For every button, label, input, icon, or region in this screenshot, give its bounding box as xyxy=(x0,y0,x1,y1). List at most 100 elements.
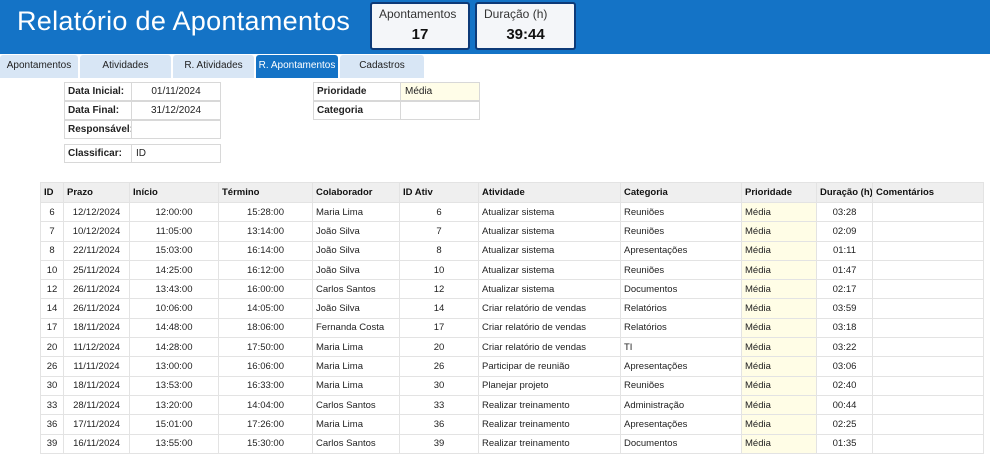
cell-inicio: 11:05:00 xyxy=(129,221,219,242)
cell-comentarios xyxy=(872,240,984,261)
cell-prazo: 12/12/2024 xyxy=(63,201,130,223)
cell-prioridade: Média xyxy=(741,375,817,396)
tab-r-atividades[interactable]: R. Atividades xyxy=(173,55,254,78)
sheet-tab-bar: Apontamentos Atividades R. Atividades R.… xyxy=(0,54,990,78)
table-row[interactable]: 7 10/12/2024 11:05:00 13:14:00 João Silva 7 At… xyxy=(40,221,984,242)
filter-categoria-input[interactable] xyxy=(400,101,480,120)
column-header-termino[interactable]: Término xyxy=(218,182,313,203)
cell-termino: 15:30:00 xyxy=(218,433,313,454)
table-row[interactable]: 17 18/11/2024 14:48:00 18:06:00 Fernanda Cos… xyxy=(40,317,984,339)
tab-r-apontamentos[interactable]: R. Apontamentos xyxy=(256,55,338,78)
table-row[interactable]: 10 25/11/2024 14:25:00 16:12:00 João Silva 10… xyxy=(40,259,984,281)
cell-prazo: 17/11/2024 xyxy=(63,414,130,435)
kpi-apontamentos-label: Apontamentos xyxy=(379,7,457,21)
cell-duracao: 02:09 xyxy=(816,221,873,242)
cell-duracao: 02:40 xyxy=(816,375,873,396)
cell-duracao: 01:47 xyxy=(816,259,873,281)
column-header-prioridade[interactable]: Prioridade xyxy=(741,182,817,203)
cell-categoria: Apresentações xyxy=(620,414,742,435)
cell-comentarios xyxy=(872,375,984,396)
filter-categoria-label: Categoria xyxy=(313,101,401,120)
column-header-comentarios[interactable]: Comentários xyxy=(872,182,984,203)
filter-prioridade-input[interactable]: Média xyxy=(400,82,480,101)
cell-prioridade: Média xyxy=(741,240,817,261)
cell-prazo: 25/11/2024 xyxy=(63,259,130,281)
cell-atividade: Atualizar sistema xyxy=(478,279,621,300)
column-header-categoria[interactable]: Categoria xyxy=(620,182,742,203)
cell-categoria: Relatórios xyxy=(620,298,742,319)
column-header-colaborador[interactable]: Colaborador xyxy=(312,182,400,203)
column-header-id[interactable]: ID xyxy=(40,182,64,203)
cell-atividade: Realizar treinamento xyxy=(478,394,621,416)
cell-prioridade: Média xyxy=(741,221,817,242)
column-header-id-ativ[interactable]: ID Ativ xyxy=(399,182,479,203)
cell-prioridade: Média xyxy=(741,337,817,358)
cell-id-ativ: 20 xyxy=(399,337,479,358)
table-row[interactable]: 12 26/11/2024 13:43:00 16:00:00 Carlos Santo… xyxy=(40,279,984,300)
cell-prazo: 26/11/2024 xyxy=(63,279,130,300)
filter-data-inicial-input[interactable]: 01/11/2024 xyxy=(131,82,221,101)
column-header-atividade[interactable]: Atividade xyxy=(478,182,621,203)
cell-termino: 16:33:00 xyxy=(218,375,313,396)
cell-termino: 18:06:00 xyxy=(218,317,313,339)
cell-atividade: Atualizar sistema xyxy=(478,221,621,242)
column-header-prazo[interactable]: Prazo xyxy=(63,182,130,203)
cell-colaborador: Maria Lima xyxy=(312,356,400,377)
cell-inicio: 13:53:00 xyxy=(129,375,219,396)
table-row[interactable]: 26 11/11/2024 13:00:00 16:06:00 Maria Lima 26… xyxy=(40,356,984,377)
cell-id-ativ: 33 xyxy=(399,394,479,416)
filter-responsavel-input[interactable] xyxy=(131,120,221,139)
table-row[interactable]: 20 11/12/2024 14:28:00 17:50:00 Maria Lima 20… xyxy=(40,337,984,358)
cell-prazo: 26/11/2024 xyxy=(63,298,130,319)
table-body: 6 12/12/2024 12:00:00 15:28:00 Maria Lima 6 At… xyxy=(40,201,984,454)
table-row[interactable]: 39 16/11/2024 13:55:00 15:30:00 Carlos Santo… xyxy=(40,433,984,454)
cell-atividade: Participar de reunião xyxy=(478,356,621,377)
cell-colaborador: João Silva xyxy=(312,298,400,319)
cell-atividade: Criar relatório de vendas xyxy=(478,317,621,339)
cell-prazo: 10/12/2024 xyxy=(63,221,130,242)
column-header-duracao[interactable]: Duração (h) xyxy=(816,182,873,203)
cell-duracao: 03:18 xyxy=(816,317,873,339)
cell-comentarios xyxy=(872,394,984,416)
cell-duracao: 03:22 xyxy=(816,337,873,358)
cell-comentarios xyxy=(872,279,984,300)
cell-inicio: 14:48:00 xyxy=(129,317,219,339)
cell-id: 26 xyxy=(40,356,64,377)
table-row[interactable]: 14 26/11/2024 10:06:00 14:05:00 João Silva 14… xyxy=(40,298,984,319)
cell-id: 20 xyxy=(40,337,64,358)
cell-colaborador: Carlos Santos xyxy=(312,433,400,454)
filter-classificar-input[interactable]: ID xyxy=(131,144,221,163)
table-row[interactable]: 33 28/11/2024 13:20:00 14:04:00 Carlos Santo… xyxy=(40,394,984,416)
table-row[interactable]: 36 17/11/2024 15:01:00 17:26:00 Maria Lima 36… xyxy=(40,414,984,435)
table-row[interactable]: 30 18/11/2024 13:53:00 16:33:00 Maria Lima 30… xyxy=(40,375,984,396)
cell-termino: 13:14:00 xyxy=(218,221,313,242)
tab-apontamentos[interactable]: Apontamentos xyxy=(0,55,78,78)
cell-termino: 14:05:00 xyxy=(218,298,313,319)
cell-inicio: 14:28:00 xyxy=(129,337,219,358)
cell-prazo: 18/11/2024 xyxy=(63,375,130,396)
filter-data-final-input[interactable]: 31/12/2024 xyxy=(131,101,221,120)
table-row[interactable]: 8 22/11/2024 15:03:00 16:14:00 João Silva 8 At… xyxy=(40,240,984,261)
cell-colaborador: João Silva xyxy=(312,259,400,281)
cell-id: 6 xyxy=(40,201,64,223)
cell-categoria: Reuniões xyxy=(620,375,742,396)
tab-cadastros[interactable]: Cadastros xyxy=(340,55,424,78)
cell-duracao: 00:44 xyxy=(816,394,873,416)
page-title: Relatório de Apontamentos xyxy=(17,6,351,36)
cell-atividade: Atualizar sistema xyxy=(478,259,621,281)
cell-colaborador: Carlos Santos xyxy=(312,394,400,416)
cell-colaborador: João Silva xyxy=(312,240,400,261)
tab-atividades[interactable]: Atividades xyxy=(80,55,171,78)
cell-atividade: Realizar treinamento xyxy=(478,414,621,435)
column-header-inicio[interactable]: Início xyxy=(129,182,219,203)
table-row[interactable]: 6 12/12/2024 12:00:00 15:28:00 Maria Lima 6 At… xyxy=(40,201,984,223)
cell-termino: 15:28:00 xyxy=(218,201,313,223)
cell-comentarios xyxy=(872,337,984,358)
cell-categoria: Relatórios xyxy=(620,317,742,339)
cell-id-ativ: 26 xyxy=(399,356,479,377)
cell-id-ativ: 14 xyxy=(399,298,479,319)
cell-colaborador: João Silva xyxy=(312,221,400,242)
cell-prioridade: Média xyxy=(741,279,817,300)
kpi-apontamentos-card: Apontamentos 17 xyxy=(370,2,470,50)
cell-atividade: Criar relatório de vendas xyxy=(478,298,621,319)
